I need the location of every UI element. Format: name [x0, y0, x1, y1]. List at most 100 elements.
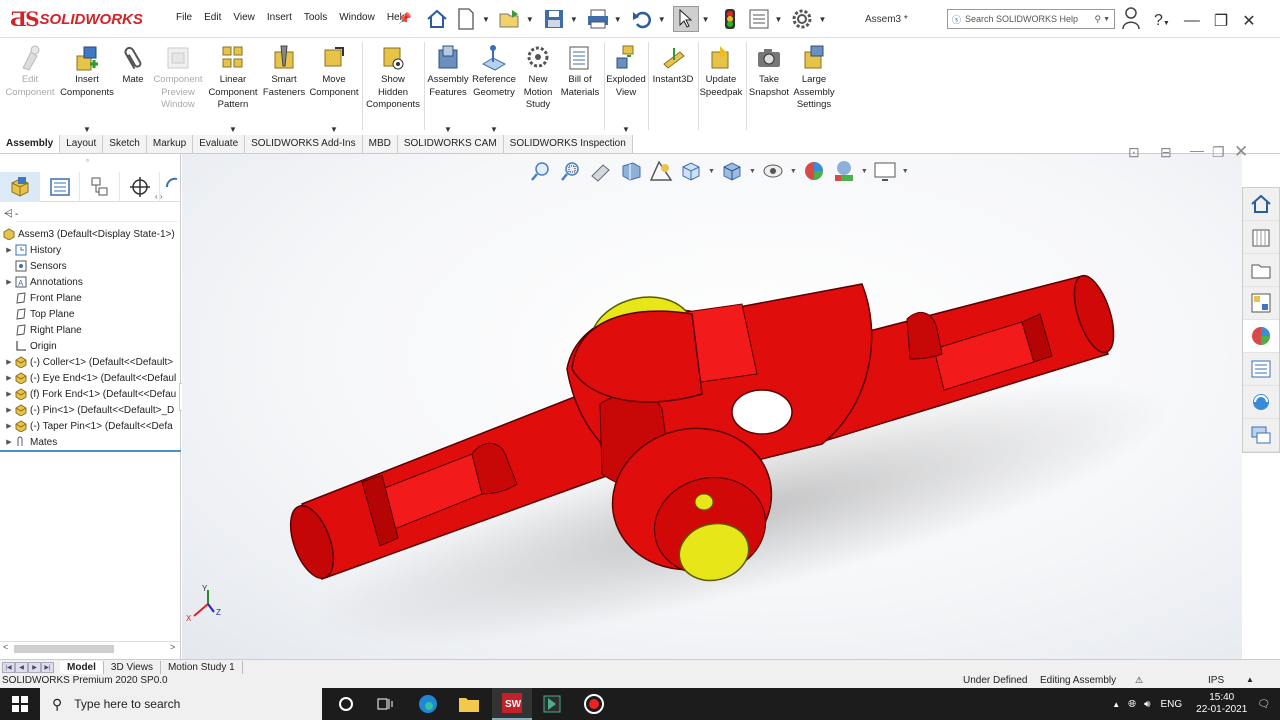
taper-pin[interactable] [694, 493, 714, 511]
undo-icon[interactable] [629, 6, 655, 32]
save-dropdown-icon[interactable]: ▼ [570, 15, 578, 24]
edge-browser-icon[interactable] [408, 688, 448, 720]
prev-tab-icon[interactable]: ◀ [15, 661, 28, 673]
expand-arrow-icon[interactable]: ▶ [4, 406, 14, 414]
tree-item[interactable]: ▶ A Annotations [0, 274, 181, 290]
tab-sketch[interactable]: Sketch [103, 135, 147, 153]
tree-item[interactable]: Top Plane [0, 306, 181, 322]
save-icon[interactable] [541, 6, 567, 32]
instant3d-button[interactable]: Instant3D [650, 44, 696, 87]
property-manager-tab-icon[interactable] [40, 171, 80, 202]
menu-insert[interactable]: Insert [261, 12, 298, 23]
print-icon[interactable] [585, 6, 611, 32]
tray-overflow-icon[interactable]: ▲ [1112, 700, 1120, 709]
tree-horizontal-scrollbar[interactable]: < > [0, 641, 181, 655]
tree-item[interactable]: Assem3 (Default<Display State-1>) [0, 226, 181, 242]
dimxpert-manager-tab-icon[interactable] [120, 171, 160, 202]
display-manager-tab-icon[interactable] [160, 172, 181, 202]
volume-icon[interactable]: 🔊︎ [1144, 699, 1150, 710]
file-explorer-icon[interactable] [1243, 254, 1279, 287]
unit-system-dropdown-icon[interactable]: ▲ [1246, 675, 1254, 684]
close-icon[interactable]: ✕ [1242, 11, 1255, 31]
next-tab-icon[interactable]: ▶ [28, 661, 41, 673]
tab-evaluate[interactable]: Evaluate [193, 135, 246, 153]
menu-file[interactable]: File [170, 12, 198, 23]
expand-arrow-icon[interactable]: ▶ [4, 246, 14, 254]
appearances-scenes-icon[interactable] [1243, 320, 1279, 353]
tab-layout[interactable]: Layout [60, 135, 104, 153]
pin-menu-icon[interactable]: 📌 [398, 12, 412, 25]
menu-tools[interactable]: Tools [298, 12, 333, 23]
rebuild-icon[interactable] [717, 6, 743, 32]
windows-start-icon[interactable] [0, 688, 40, 720]
undo-dropdown-icon[interactable]: ▼ [658, 15, 666, 24]
custom-properties-icon[interactable] [1243, 353, 1279, 386]
solidworks-forum-icon[interactable] [1243, 386, 1279, 419]
tree-item[interactable]: ▶ History [0, 242, 181, 258]
screen-recorder-icon[interactable] [574, 688, 614, 720]
print-dropdown-icon[interactable]: ▼ [614, 15, 622, 24]
tab-assembly[interactable]: Assembly [0, 135, 61, 153]
network-icon[interactable]: 🌐︎ [1128, 699, 1136, 710]
take-snapshot-button[interactable]: Take Snapshot [748, 44, 790, 99]
new-dropdown-icon[interactable]: ▼ [482, 15, 490, 24]
tree-item[interactable]: ▶ (f) Fork End<1> (Default<<Defau [0, 386, 181, 402]
tab-solidworks-add-ins[interactable]: SOLIDWORKS Add-Ins [245, 135, 363, 153]
last-tab-icon[interactable]: ▶| [41, 661, 54, 673]
expand-arrow-icon[interactable]: ▶ [4, 358, 14, 366]
tree-item[interactable]: ▶ (-) Pin<1> (Default<<Default>_D [0, 402, 181, 418]
solidworks-taskbar-icon[interactable]: SW [492, 688, 532, 720]
help-search-input[interactable]: ⓢ Search SOLIDWORKS Help ⚲ ▼ [947, 9, 1115, 29]
expand-arrow-icon[interactable]: ▶ [4, 278, 14, 286]
exploded-view-button[interactable]: Exploded View ▼ [604, 44, 648, 134]
tree-item[interactable]: ▶ (-) Coller<1> (Default<<Default> [0, 354, 181, 370]
solidworks-logo[interactable]: ƋS SOLIDWORKS [10, 6, 143, 32]
rebuild-status-icon[interactable]: ⚠︎ [1135, 675, 1143, 686]
app-taskbar-icon[interactable] [532, 688, 572, 720]
tab-mbd[interactable]: MBD [362, 135, 398, 153]
component-preview-window-button[interactable]: Component Preview Window [150, 44, 206, 112]
file-properties-icon[interactable] [746, 6, 772, 32]
tree-item[interactable]: Origin [0, 338, 181, 354]
minimize-icon[interactable]: — [1184, 12, 1200, 30]
tree-item[interactable]: ▶ Mates [0, 434, 181, 450]
insert-components-button[interactable]: Insert Components ▼ [58, 44, 116, 134]
search-icon[interactable]: ⚲ [1094, 14, 1101, 25]
restore-icon[interactable]: ❐ [1214, 11, 1228, 31]
new-document-icon[interactable] [453, 6, 479, 32]
tab-3d-views[interactable]: 3D Views [104, 660, 161, 674]
search-dropdown-icon[interactable]: ▼ [1103, 16, 1110, 23]
solidworks-resources-home-icon[interactable] [1243, 188, 1279, 221]
design-library-icon[interactable] [1243, 221, 1279, 254]
expand-arrow-icon[interactable]: ▶ [4, 438, 14, 446]
smart-fasteners-button[interactable]: Smart Fasteners [262, 44, 306, 99]
file-explorer-taskbar-icon[interactable] [449, 688, 489, 720]
new-motion-study-button[interactable]: New Motion Study [520, 44, 556, 112]
first-tab-icon[interactable]: |◀ [2, 661, 15, 673]
open-dropdown-icon[interactable]: ▼ [526, 15, 534, 24]
tab-motion-study-1[interactable]: Motion Study 1 [161, 660, 243, 674]
tree-item[interactable]: ▶ (-) Taper Pin<1> (Default<<Defa [0, 418, 181, 434]
tree-item[interactable]: ▶ (-) Eye End<1> (Default<<Defaul [0, 370, 181, 386]
expand-arrow-icon[interactable]: ▶ [4, 422, 14, 430]
move-component-button[interactable]: Move Component ▼ [308, 44, 360, 134]
tree-item[interactable]: Right Plane [0, 322, 181, 338]
notifications-icon[interactable]: 🗨︎ [1257, 699, 1270, 710]
assembly-features-button[interactable]: Assembly Features ▼ [426, 44, 470, 134]
mate-button[interactable]: Mate [118, 44, 148, 87]
knuckle-joint-model[interactable] [182, 154, 1242, 659]
unit-system[interactable]: IPS [1208, 675, 1224, 686]
linear-component-pattern-button[interactable]: Linear Component Pattern ▼ [206, 44, 260, 134]
tab-solidworks-inspection[interactable]: SOLIDWORKS Inspection [503, 135, 633, 153]
menu-window[interactable]: Window [333, 12, 381, 23]
options-dropdown-icon[interactable]: ▼ [818, 15, 826, 24]
input-language[interactable]: ENG [1160, 699, 1182, 710]
options-gear-icon[interactable] [789, 6, 815, 32]
tree-item[interactable]: Sensors [0, 258, 181, 274]
user-account-icon[interactable] [1122, 6, 1140, 35]
tree-item[interactable]: Front Plane [0, 290, 181, 306]
panel-splitter-handle[interactable]: ° [86, 158, 89, 167]
menu-edit[interactable]: Edit [198, 12, 227, 23]
view-palette-icon[interactable] [1243, 287, 1279, 320]
taskbar-search-input[interactable]: ⚲ Type here to search [40, 688, 322, 720]
